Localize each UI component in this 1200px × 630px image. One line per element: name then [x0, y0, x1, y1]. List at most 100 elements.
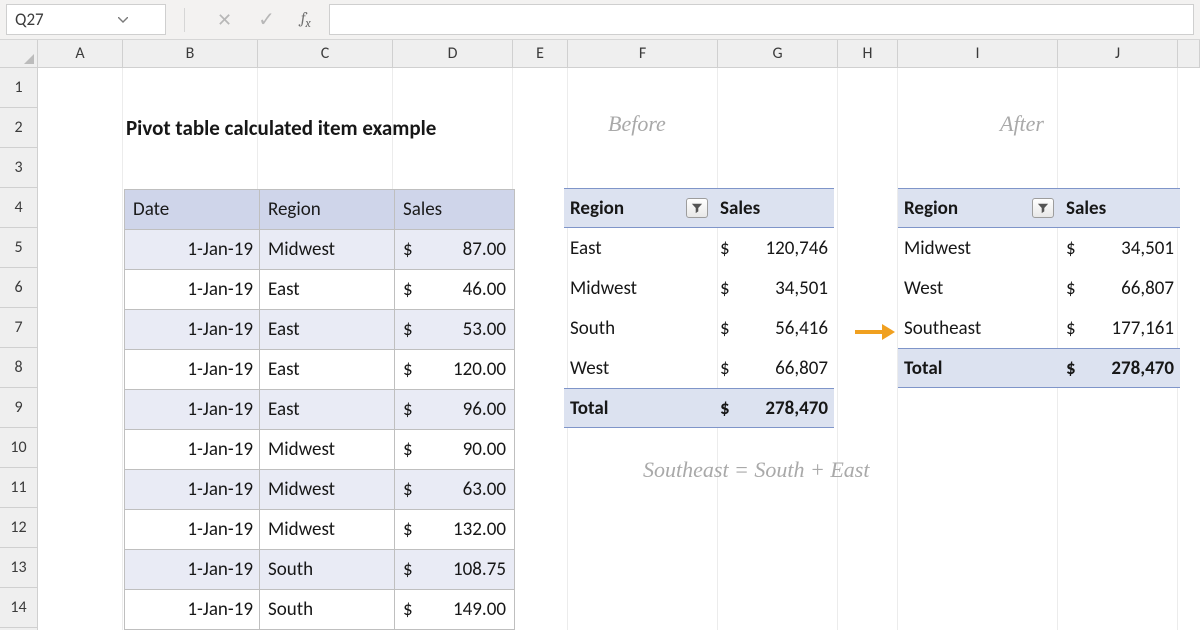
src-date: 1-Jan-19: [125, 590, 260, 630]
src-date: 1-Jan-19: [125, 430, 260, 470]
src-sales: $53.00: [395, 310, 515, 350]
src-region: South: [260, 590, 395, 630]
src-date: 1-Jan-19: [125, 230, 260, 270]
filter-icon[interactable]: [686, 198, 708, 218]
col-header-G[interactable]: G: [718, 40, 838, 67]
row-header-14[interactable]: 14: [0, 588, 37, 628]
col-header-J[interactable]: J: [1058, 40, 1178, 67]
pivot-hdr-sales: Sales: [1060, 197, 1180, 220]
pivot-region: Midwest: [564, 277, 714, 300]
pivot-region: East: [564, 237, 714, 260]
pivot-total-value: $278,470: [714, 397, 834, 420]
col-header-H[interactable]: H: [838, 40, 898, 67]
name-box-dropdown-icon[interactable]: [87, 17, 159, 23]
cancel-icon: ✕: [217, 9, 232, 31]
pivot-value: $177,161: [1060, 317, 1180, 340]
row-header-2[interactable]: 2: [0, 108, 37, 148]
before-label: Before: [608, 111, 666, 137]
row-header-10[interactable]: 10: [0, 428, 37, 468]
pivot-total-label: Total: [564, 397, 714, 420]
src-region: East: [260, 350, 395, 390]
worksheet[interactable]: 1234567891011121314 Pivot table calculat…: [0, 68, 1200, 630]
row-header-6[interactable]: 6: [0, 268, 37, 308]
src-date: 1-Jan-19: [125, 350, 260, 390]
src-row: 1-Jan-19 Midwest $87.00: [125, 230, 515, 270]
src-date: 1-Jan-19: [125, 550, 260, 590]
src-date: 1-Jan-19: [125, 470, 260, 510]
pivot-hdr-region: Region: [898, 197, 1060, 220]
src-region: Midwest: [260, 470, 395, 510]
src-row: 1-Jan-19 Midwest $63.00: [125, 470, 515, 510]
src-region: East: [260, 390, 395, 430]
pivot-region: Southeast: [898, 317, 1060, 340]
src-row: 1-Jan-19 East $96.00: [125, 390, 515, 430]
name-box[interactable]: Q27: [6, 4, 166, 35]
row-header-9[interactable]: 9: [0, 388, 37, 428]
src-date: 1-Jan-19: [125, 270, 260, 310]
pivot-value: $ 66,807: [1060, 277, 1180, 300]
pivot-header: Region Sales: [898, 188, 1180, 228]
src-hdr-region: Region: [260, 190, 395, 230]
src-date: 1-Jan-19: [125, 390, 260, 430]
pivot-total-label: Total: [898, 357, 1060, 380]
src-sales: $108.75: [395, 550, 515, 590]
pivot-value: $120,746: [714, 237, 834, 260]
pivot-value: $ 56,416: [714, 317, 834, 340]
select-all-corner[interactable]: [0, 40, 38, 67]
row-header-13[interactable]: 13: [0, 548, 37, 588]
fx-icon[interactable]: fx: [301, 9, 311, 30]
pivot-row: Southeast $177,161: [898, 308, 1180, 348]
row-header-1[interactable]: 1: [0, 68, 37, 108]
source-data-table: Date Region Sales 1-Jan-19 Midwest $87.0…: [124, 189, 515, 630]
col-header-D[interactable]: D: [393, 40, 513, 67]
formula-input[interactable]: [329, 4, 1194, 35]
name-box-value: Q27: [15, 9, 87, 30]
row-header-8[interactable]: 8: [0, 348, 37, 388]
src-row: 1-Jan-19 East $120.00: [125, 350, 515, 390]
formula-bar-buttons: ✕ ✓ fx: [166, 0, 329, 39]
pivot-region: West: [898, 277, 1060, 300]
filter-icon[interactable]: [1032, 198, 1054, 218]
row-header-4[interactable]: 4: [0, 188, 37, 228]
pivot-value: $ 34,501: [714, 277, 834, 300]
pivot-region: South: [564, 317, 714, 340]
column-headers: ABCDEFGHIJ: [0, 40, 1200, 68]
src-region: Midwest: [260, 510, 395, 550]
src-region: South: [260, 550, 395, 590]
row-header-5[interactable]: 5: [0, 228, 37, 268]
pivot-before: Region Sales East $120,746 Midwest $ 34,…: [564, 188, 834, 428]
pivot-hdr-region: Region: [564, 197, 714, 220]
src-sales: $149.00: [395, 590, 515, 630]
pivot-row: South $ 56,416: [564, 308, 834, 348]
col-header-C[interactable]: C: [258, 40, 393, 67]
src-sales: $63.00: [395, 470, 515, 510]
pivot-row: Midwest $ 34,501: [898, 228, 1180, 268]
pivot-row: East $120,746: [564, 228, 834, 268]
cells-area[interactable]: Pivot table calculated item example Befo…: [38, 68, 1200, 630]
pivot-region: Midwest: [898, 237, 1060, 260]
col-header-F[interactable]: F: [568, 40, 718, 67]
pivot-total: Total $278,470: [564, 388, 834, 428]
src-row: 1-Jan-19 Midwest $90.00: [125, 430, 515, 470]
pivot-row: Midwest $ 34,501: [564, 268, 834, 308]
col-header-I[interactable]: I: [898, 40, 1058, 67]
col-header-E[interactable]: E: [513, 40, 568, 67]
src-sales: $90.00: [395, 430, 515, 470]
src-row: 1-Jan-19 South $108.75: [125, 550, 515, 590]
src-sales: $87.00: [395, 230, 515, 270]
col-header-A[interactable]: A: [38, 40, 123, 67]
row-header-12[interactable]: 12: [0, 508, 37, 548]
src-hdr-date: Date: [125, 190, 260, 230]
row-header-3[interactable]: 3: [0, 148, 37, 188]
src-row: 1-Jan-19 East $46.00: [125, 270, 515, 310]
src-sales: $120.00: [395, 350, 515, 390]
src-date: 1-Jan-19: [125, 510, 260, 550]
col-header-B[interactable]: B: [123, 40, 258, 67]
src-region: Midwest: [260, 430, 395, 470]
row-header-7[interactable]: 7: [0, 308, 37, 348]
pivot-region: West: [564, 357, 714, 380]
src-sales: $96.00: [395, 390, 515, 430]
src-sales: $132.00: [395, 510, 515, 550]
pivot-row: West $ 66,807: [898, 268, 1180, 308]
row-header-11[interactable]: 11: [0, 468, 37, 508]
